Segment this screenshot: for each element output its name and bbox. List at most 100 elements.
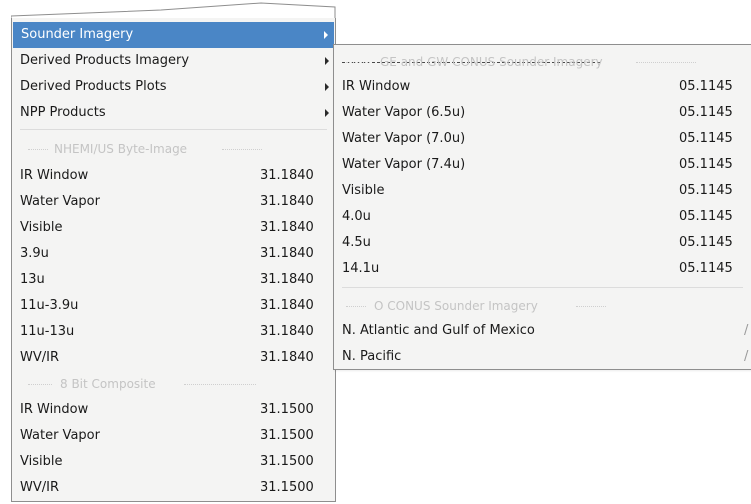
header-rule (184, 384, 256, 385)
item-value: 05.1145 (679, 209, 733, 224)
section-header-oconus-sounder: O CONUS Sounder Imagery (334, 293, 751, 319)
item-label: 3.9u (20, 246, 49, 261)
item-label: 11u-3.9u (20, 298, 79, 313)
menu-item-label: Sounder Imagery (21, 27, 134, 42)
menu-item[interactable]: WV/IR 31.1840 (12, 345, 335, 371)
submenu-arrow-icon (325, 83, 329, 91)
item-value: 31.1840 (260, 194, 314, 209)
menu-item[interactable]: 11u-13u 31.1840 (12, 319, 335, 345)
submenu-item[interactable]: 4.5u 05.1145 (334, 230, 751, 256)
menu-item[interactable]: Water Vapor 31.1500 (12, 423, 335, 449)
item-value: 31.1500 (260, 428, 314, 443)
header-rule (222, 149, 262, 150)
item-value: 05.1145 (679, 131, 733, 146)
item-label: Visible (342, 183, 385, 198)
item-label: Water Vapor (7.0u) (342, 131, 466, 146)
item-value: / (744, 323, 749, 338)
item-value: 31.1840 (260, 298, 314, 313)
item-value: 05.1145 (679, 235, 733, 250)
item-label: Visible (20, 220, 63, 235)
item-label: IR Window (20, 402, 89, 417)
menu-item[interactable]: 3.9u 31.1840 (12, 241, 335, 267)
section-header-text: 8 Bit Composite (60, 377, 156, 391)
section-header-text: O CONUS Sounder Imagery (374, 299, 538, 313)
item-label: Water Vapor (7.4u) (342, 157, 466, 172)
submenu-item[interactable]: Water Vapor (7.0u) 05.1145 (334, 126, 751, 152)
menu-item[interactable]: IR Window 31.1840 (12, 163, 335, 189)
menu-item-derived-products-plots[interactable]: Derived Products Plots (12, 74, 335, 100)
submenu-item[interactable]: Water Vapor (6.5u) 05.1145 (334, 100, 751, 126)
menu-item-sounder-imagery[interactable]: Sounder Imagery (13, 22, 334, 48)
menu-item[interactable]: Visible 31.1840 (12, 215, 335, 241)
main-menu: Sounder Imagery Derived Products Imagery… (11, 18, 336, 502)
item-value: / (744, 349, 749, 364)
menu-item-npp-products[interactable]: NPP Products (12, 100, 335, 126)
item-value: 31.1500 (260, 402, 314, 417)
item-label: Water Vapor (20, 194, 100, 209)
item-label: 4.5u (342, 235, 371, 250)
menu-item[interactable]: 11u-3.9u 31.1840 (12, 293, 335, 319)
item-value: 31.1840 (260, 246, 314, 261)
torn-menu-edge (11, 2, 336, 19)
menu-divider (342, 287, 743, 288)
item-value: 31.1840 (260, 272, 314, 287)
header-rule (346, 62, 370, 63)
item-value: 05.1145 (679, 157, 733, 172)
item-label: 11u-13u (20, 324, 75, 339)
item-value: 31.1840 (260, 168, 314, 183)
item-value: 31.1840 (260, 220, 314, 235)
menu-item-label: Derived Products Imagery (20, 53, 190, 68)
item-value: 31.1840 (260, 324, 314, 339)
menu-item[interactable]: WV/IR 31.1500 (12, 475, 335, 501)
menu-item-label: Derived Products Plots (20, 79, 167, 94)
submenu-item[interactable]: IR Window 05.1145 (334, 74, 751, 100)
menu-item[interactable]: 13u 31.1840 (12, 267, 335, 293)
item-value: 31.1500 (260, 454, 314, 469)
submenu-arrow-icon (324, 31, 328, 39)
submenu-item[interactable]: Visible 05.1145 (334, 178, 751, 204)
submenu-arrow-icon (325, 57, 329, 65)
item-label: IR Window (342, 79, 411, 94)
screen: Sounder Imagery Derived Products Imagery… (0, 0, 751, 504)
item-value: 31.1500 (260, 480, 314, 495)
item-label: N. Pacific (342, 349, 402, 364)
section-header-text: NHEMI/US Byte-Image (54, 142, 188, 156)
submenu-item[interactable]: N. Pacific / (334, 344, 751, 370)
menu-item-label: NPP Products (20, 105, 106, 120)
item-label: Water Vapor (20, 428, 100, 443)
submenu-item[interactable]: N. Atlantic and Gulf of Mexico / (334, 318, 751, 344)
submenu-item[interactable]: 14.1u 05.1145 (334, 256, 751, 282)
item-value: 05.1145 (679, 105, 733, 120)
header-rule (28, 149, 48, 150)
section-header-conus-sounder: GE and GW CONUS Sounder Imagery (334, 49, 751, 75)
item-label: 4.0u (342, 209, 371, 224)
header-rule (636, 62, 696, 63)
menu-item[interactable]: Water Vapor 31.1840 (12, 189, 335, 215)
section-header-nhemi: NHEMI/US Byte-Image (12, 136, 335, 162)
header-rule (28, 384, 52, 385)
item-value: 05.1145 (679, 183, 733, 198)
item-label: WV/IR (20, 350, 59, 365)
item-value: 31.1840 (260, 350, 314, 365)
item-value: 05.1145 (679, 79, 733, 94)
menu-divider (20, 129, 327, 130)
submenu-item[interactable]: Water Vapor (7.4u) 05.1145 (334, 152, 751, 178)
submenu-arrow-icon (325, 109, 329, 117)
section-header-8bit: 8 Bit Composite (12, 371, 335, 397)
header-rule (576, 306, 606, 307)
menu-item[interactable]: IR Window 31.1500 (12, 397, 335, 423)
item-label: WV/IR (20, 480, 59, 495)
item-label: IR Window (20, 168, 89, 183)
item-label: Water Vapor (6.5u) (342, 105, 466, 120)
item-label: 13u (20, 272, 45, 287)
item-value: 05.1145 (679, 261, 733, 276)
section-header-text: GE and GW CONUS Sounder Imagery (380, 55, 603, 69)
item-label: N. Atlantic and Gulf of Mexico (342, 323, 535, 338)
sounder-imagery-submenu: GE and GW CONUS Sounder Imagery IR Windo… (333, 44, 751, 370)
item-label: Visible (20, 454, 63, 469)
header-rule (346, 306, 366, 307)
menu-item[interactable]: Visible 31.1500 (12, 449, 335, 475)
submenu-item[interactable]: 4.0u 05.1145 (334, 204, 751, 230)
item-label: 14.1u (342, 261, 380, 276)
menu-item-derived-products-imagery[interactable]: Derived Products Imagery (12, 48, 335, 74)
